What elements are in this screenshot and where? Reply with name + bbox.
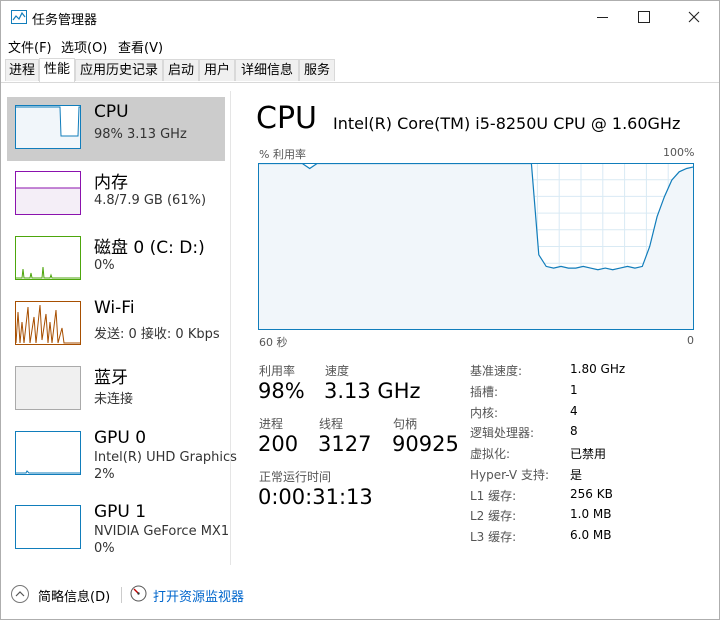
spec-hyperv-value: 是 (570, 468, 583, 482)
threads-label: 线程 (319, 417, 344, 431)
tab-app-history[interactable]: 应用历史记录 (75, 59, 163, 81)
device-name: 内存 (94, 173, 128, 193)
spec-sockets-label: 插槽: (470, 385, 499, 399)
gpu0-thumbnail (15, 431, 81, 475)
window-title: 任务管理器 (32, 13, 98, 28)
spec-virtualization-value: 已禁用 (570, 447, 607, 461)
device-detail: 未连接 (94, 392, 134, 407)
spec-l1-cache-label: L1 缓存: (470, 489, 517, 503)
device-item-gpu1[interactable]: GPU 1 NVIDIA GeForce MX1 0% (7, 497, 229, 567)
spec-l3-cache-label: L3 缓存: (470, 530, 517, 544)
memory-thumbnail (15, 171, 81, 215)
spec-l3-cache-value: 6.0 MB (570, 528, 612, 542)
menu-options[interactable]: 选项(O) (61, 37, 107, 56)
panel-divider[interactable] (230, 91, 231, 565)
tab-strip: 进程 性能 应用历史记录 启动 用户 详细信息 服务 (1, 58, 719, 83)
threads-value: 3127 (318, 432, 372, 456)
handles-value: 90925 (392, 432, 459, 456)
utilization-label: 利用率 (259, 364, 296, 378)
tab-processes[interactable]: 进程 (5, 59, 39, 81)
cpu-thumbnail (15, 105, 81, 149)
device-item-bluetooth[interactable]: 蓝牙 未连接 (7, 358, 225, 422)
spec-hyperv-label: Hyper-V 支持: (470, 468, 549, 482)
wifi-thumbnail (15, 301, 81, 345)
tab-services[interactable]: 服务 (299, 59, 335, 81)
menu-bar: 文件(F) 选项(O) 查看(V) (1, 35, 719, 56)
device-detail: NVIDIA GeForce MX1 (94, 524, 230, 539)
cpu-model: Intel(R) Core(TM) i5-8250U CPU @ 1.60GHz (333, 114, 681, 133)
tab-startup[interactable]: 启动 (163, 59, 199, 81)
utilization-value: 98% (258, 379, 305, 403)
resource-monitor-icon[interactable] (130, 585, 147, 602)
close-button[interactable] (671, 1, 717, 33)
spec-l1-cache-value: 256 KB (570, 487, 613, 501)
device-item-disk[interactable]: 磁盘 0 (C: D:) 0% (7, 228, 225, 292)
device-detail: 98% 3.13 GHz (94, 127, 187, 142)
speed-value: 3.13 GHz (324, 379, 421, 403)
device-item-gpu0[interactable]: GPU 0 Intel(R) UHD Graphics 2% (7, 423, 237, 493)
device-detail: 4.8/7.9 GB (61%) (94, 193, 207, 208)
speed-label: 速度 (325, 364, 350, 378)
cpu-utilization-graph (258, 163, 694, 330)
uptime-label: 正常运行时间 (259, 470, 332, 484)
task-manager-window: 任务管理器 文件(F) 选项(O) 查看(V) 进程 性能 应用历史记录 启动 … (0, 0, 720, 620)
chevron-up-icon (11, 585, 29, 603)
device-detail: 0% (94, 258, 115, 273)
spec-base-speed-value: 1.80 GHz (570, 362, 626, 376)
device-detail: Intel(R) UHD Graphics (94, 450, 237, 465)
graph-ymax-label: 100% (663, 146, 695, 159)
device-name: 蓝牙 (94, 368, 128, 388)
device-list: CPU 98% 3.13 GHz 内存 4.8/7.9 GB (61%) 磁盘 … (1, 91, 237, 561)
minimize-icon (596, 16, 608, 18)
spec-base-speed-label: 基准速度: (470, 364, 523, 378)
graph-xend-label: 0 (687, 334, 694, 347)
bluetooth-thumbnail (15, 366, 81, 410)
close-icon (688, 11, 700, 23)
open-resource-monitor-link[interactable]: 打开资源监视器 (153, 586, 244, 605)
spec-sockets-value: 1 (570, 383, 578, 397)
maximize-icon (638, 11, 650, 23)
menu-file[interactable]: 文件(F) (8, 37, 52, 56)
device-item-memory[interactable]: 内存 4.8/7.9 GB (61%) (7, 163, 225, 227)
graph-xstart-label: 60 秒 (259, 336, 288, 349)
device-item-cpu[interactable]: CPU 98% 3.13 GHz (7, 97, 225, 161)
spec-cores-value: 4 (570, 404, 578, 418)
spec-l2-cache-value: 1.0 MB (570, 507, 612, 521)
tab-users[interactable]: 用户 (199, 59, 235, 81)
footer-separator (121, 587, 122, 603)
gpu1-thumbnail (15, 505, 81, 549)
tab-details[interactable]: 详细信息 (235, 59, 299, 81)
device-detail: 发送: 0 接收: 0 Kbps (94, 327, 220, 342)
graph-ylabel: % 利用率 (259, 148, 306, 161)
processes-label: 进程 (259, 417, 284, 431)
device-usage: 0% (94, 541, 115, 556)
processes-value: 200 (258, 432, 299, 456)
device-item-wifi[interactable]: Wi-Fi 发送: 0 接收: 0 Kbps (7, 293, 225, 357)
cpu-title: CPU (256, 101, 317, 136)
task-manager-app-icon (11, 10, 27, 24)
spec-logical-processors-value: 8 (570, 424, 578, 438)
spec-logical-processors-label: 逻辑处理器: (470, 426, 535, 440)
disk-thumbnail (15, 236, 81, 280)
minimize-button[interactable] (579, 1, 625, 33)
tab-performance[interactable]: 性能 (39, 58, 75, 82)
spec-cores-label: 内核: (470, 406, 499, 420)
handles-label: 句柄 (393, 417, 418, 431)
footer-bar: 简略信息(D) 打开资源监视器 (1, 575, 719, 619)
spec-virtualization-label: 虚拟化: (470, 447, 511, 461)
device-name: GPU 1 (94, 502, 147, 522)
device-name: 磁盘 0 (C: D:) (94, 238, 205, 258)
device-name: GPU 0 (94, 428, 147, 448)
fewer-details-label: 简略信息(D) (38, 590, 111, 605)
maximize-button[interactable] (621, 1, 667, 33)
spec-l2-cache-label: L2 缓存: (470, 509, 517, 523)
menu-view[interactable]: 查看(V) (118, 37, 163, 56)
device-name: Wi-Fi (94, 298, 135, 318)
title-bar[interactable]: 任务管理器 (1, 1, 719, 33)
uptime-value: 0:00:31:13 (258, 485, 373, 509)
device-usage: 2% (94, 467, 115, 482)
device-name: CPU (94, 102, 129, 122)
